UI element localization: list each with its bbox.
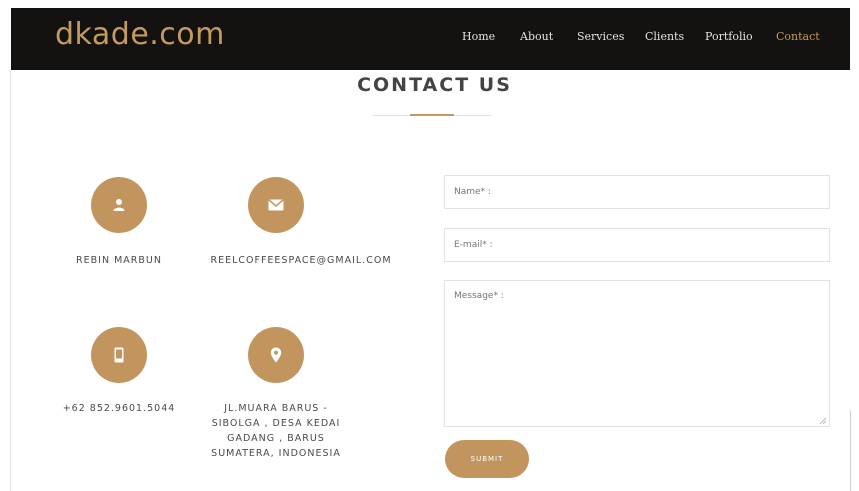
contact-email[interactable]: REELCOFFEESPACE@GMAIL.COM — [186, 253, 416, 268]
nav-item-about[interactable]: About — [520, 30, 553, 43]
contact-page: dkade.com Home About Services Clients Po… — [0, 0, 859, 491]
top-navbar: dkade.com Home About Services Clients Po… — [11, 8, 850, 70]
section-title: CONTACT US — [357, 74, 512, 96]
address-line: SIBOLGA , DESA KEDAI — [211, 418, 341, 429]
site-logo[interactable]: dkade.com — [55, 17, 225, 52]
map-marker-icon — [248, 327, 304, 383]
mobile-phone-icon — [91, 327, 147, 383]
nav-item-clients[interactable]: Clients — [645, 30, 684, 43]
message-field[interactable] — [444, 280, 830, 427]
address-line: SUMATERA, INDONESIA — [211, 448, 341, 459]
user-icon — [91, 177, 147, 233]
nav-item-home[interactable]: Home — [462, 30, 495, 43]
envelope-icon — [248, 177, 304, 233]
contact-address: JL.MUARA BARUS - SIBOLGA , DESA KEDAI GA… — [191, 401, 361, 461]
email-field[interactable] — [444, 228, 830, 262]
address-line: JL.MUARA BARUS - — [224, 403, 328, 414]
page-frame-edge — [850, 410, 851, 491]
submit-button[interactable]: SUBMIT — [445, 440, 529, 478]
contact-name: REBIN MARBUN — [76, 255, 162, 266]
title-divider-accent — [410, 114, 454, 116]
name-field[interactable] — [444, 175, 830, 209]
contact-phone[interactable]: +62 852.9601.5044 — [52, 401, 186, 416]
nav-item-services[interactable]: Services — [577, 30, 624, 43]
nav-item-portfolio[interactable]: Portfolio — [705, 30, 753, 43]
resize-grip-icon[interactable] — [819, 417, 827, 425]
page-frame-edge — [10, 70, 11, 491]
nav-item-contact[interactable]: Contact — [776, 30, 820, 43]
address-line: GADANG , BARUS — [227, 433, 325, 444]
